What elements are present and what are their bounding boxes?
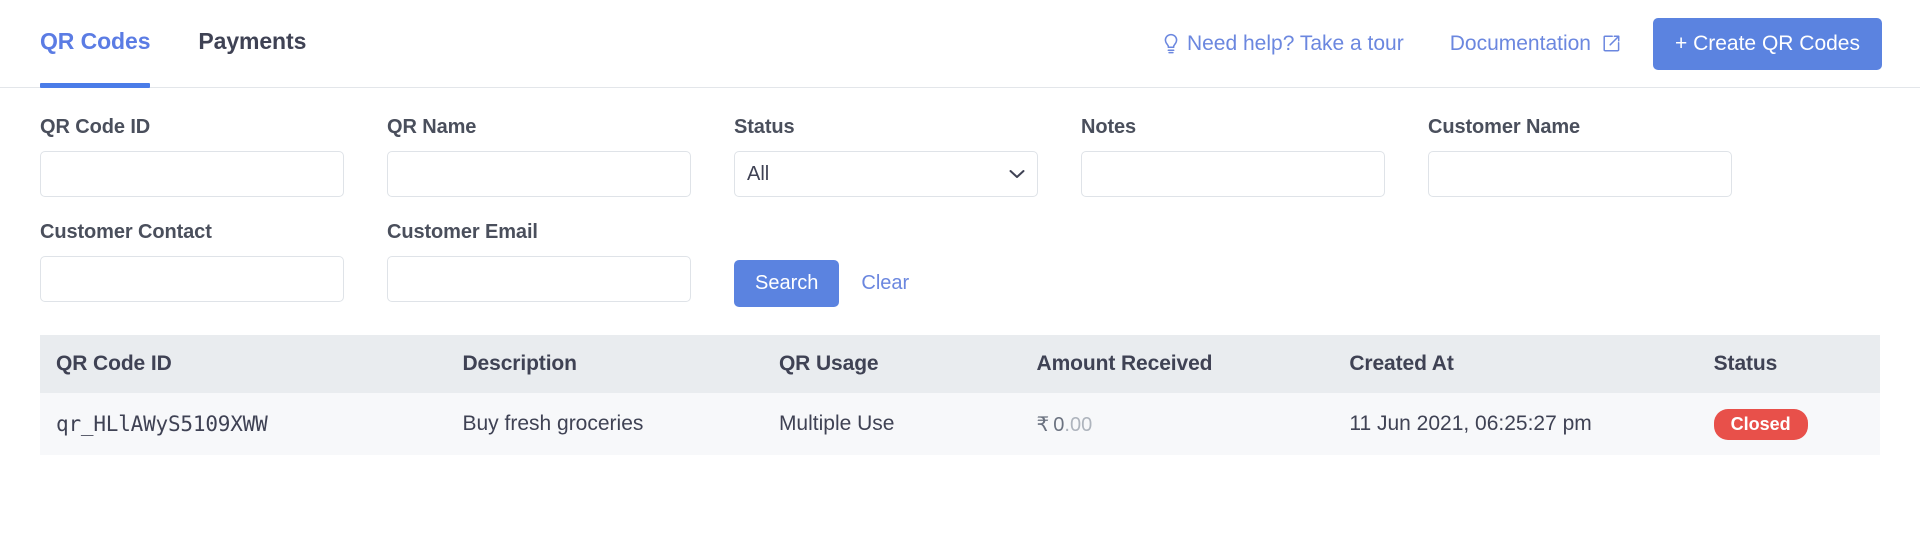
column-header-amount-received: Amount Received [1022,335,1336,393]
customer-name-input[interactable] [1428,151,1732,197]
filter-row-1: QR Code ID QR Name Status All Notes Cust… [40,116,1880,197]
external-link-icon [1602,34,1621,53]
table-header-row: QR Code ID Description QR Usage Amount R… [40,335,1880,393]
filter-status: Status All [734,116,1081,197]
rupee-symbol: ₹ [1036,413,1050,436]
qr-codes-table: QR Code ID Description QR Usage Amount R… [40,335,1880,455]
tab-payments-label: Payments [198,28,307,54]
status-label: Status [734,116,795,138]
table-body: qr_HLlAWyS5109XWW Buy fresh groceries Mu… [40,393,1880,455]
qr-code-id-input[interactable] [40,151,344,197]
status-select-wrapper: All [734,151,1038,197]
cell-qr-usage: Multiple Use [764,393,1023,455]
qr-code-id-label: QR Code ID [40,116,151,138]
filter-row-2: Customer Contact Customer Email Search C… [40,221,1880,307]
customer-contact-label: Customer Contact [40,221,212,243]
column-header-status: Status [1699,335,1880,393]
column-header-qr-usage: QR Usage [764,335,1023,393]
qr-codes-page: QR Codes Payments Need help? Take a tour… [0,0,1920,540]
qr-codes-table-wrapper: QR Code ID Description QR Usage Amount R… [40,335,1880,455]
tab-qr-codes-label: QR Codes [40,28,151,54]
filter-qr-name: QR Name [387,116,734,197]
qr-name-input[interactable] [387,151,691,197]
tab-payments[interactable]: Payments [198,0,306,87]
filter-panel: QR Code ID QR Name Status All Notes Cust… [0,88,1920,307]
customer-contact-input[interactable] [40,256,344,302]
amount-value: ₹0.00 [1037,414,1093,436]
customer-email-label: Customer Email [387,221,538,243]
filter-qr-code-id: QR Code ID [40,116,387,197]
filter-customer-email: Customer Email [387,221,734,302]
documentation-link[interactable]: Documentation [1450,32,1621,56]
table-row[interactable]: qr_HLlAWyS5109XWW Buy fresh groceries Mu… [40,393,1880,455]
documentation-label: Documentation [1449,31,1591,55]
clear-button[interactable]: Clear [861,272,909,295]
top-tab-bar: QR Codes Payments Need help? Take a tour… [0,0,1920,88]
customer-email-input[interactable] [387,256,691,302]
column-header-created-at: Created At [1335,335,1700,393]
cell-qr-code-id: qr_HLlAWyS5109XWW [40,393,449,455]
filter-customer-name: Customer Name [1428,116,1775,197]
filter-notes: Notes [1081,116,1428,197]
tab-qr-codes[interactable]: QR Codes [40,0,151,88]
cell-status: Closed [1699,393,1880,455]
lightbulb-icon [1162,33,1180,55]
column-header-description: Description [448,335,765,393]
take-a-tour-link[interactable]: Need help? Take a tour [1162,32,1404,56]
filter-customer-contact: Customer Contact [40,221,387,302]
tab-list: QR Codes Payments [40,0,306,88]
column-header-qr-code-id: QR Code ID [40,335,449,393]
cell-amount-received: ₹0.00 [1022,393,1336,455]
table-header: QR Code ID Description QR Usage Amount R… [40,335,1880,393]
status-badge: Closed [1713,408,1808,440]
filter-actions: Search Clear [734,221,909,307]
status-select[interactable]: All [734,151,1038,197]
cell-description: Buy fresh groceries [448,393,765,455]
customer-name-label: Customer Name [1428,116,1581,138]
qr-name-label: QR Name [387,116,477,138]
create-qr-codes-button[interactable]: + Create QR Codes [1652,17,1882,70]
amount-integer: 0 [1053,413,1065,436]
amount-decimal: .00 [1064,413,1093,436]
tab-bar-actions: Need help? Take a tour Documentation + C… [1162,17,1882,70]
notes-input[interactable] [1081,151,1385,197]
take-a-tour-label: Need help? Take a tour [1186,31,1404,55]
notes-label: Notes [1081,116,1137,138]
cell-created-at: 11 Jun 2021, 06:25:27 pm [1335,393,1700,455]
search-button[interactable]: Search [734,260,840,307]
